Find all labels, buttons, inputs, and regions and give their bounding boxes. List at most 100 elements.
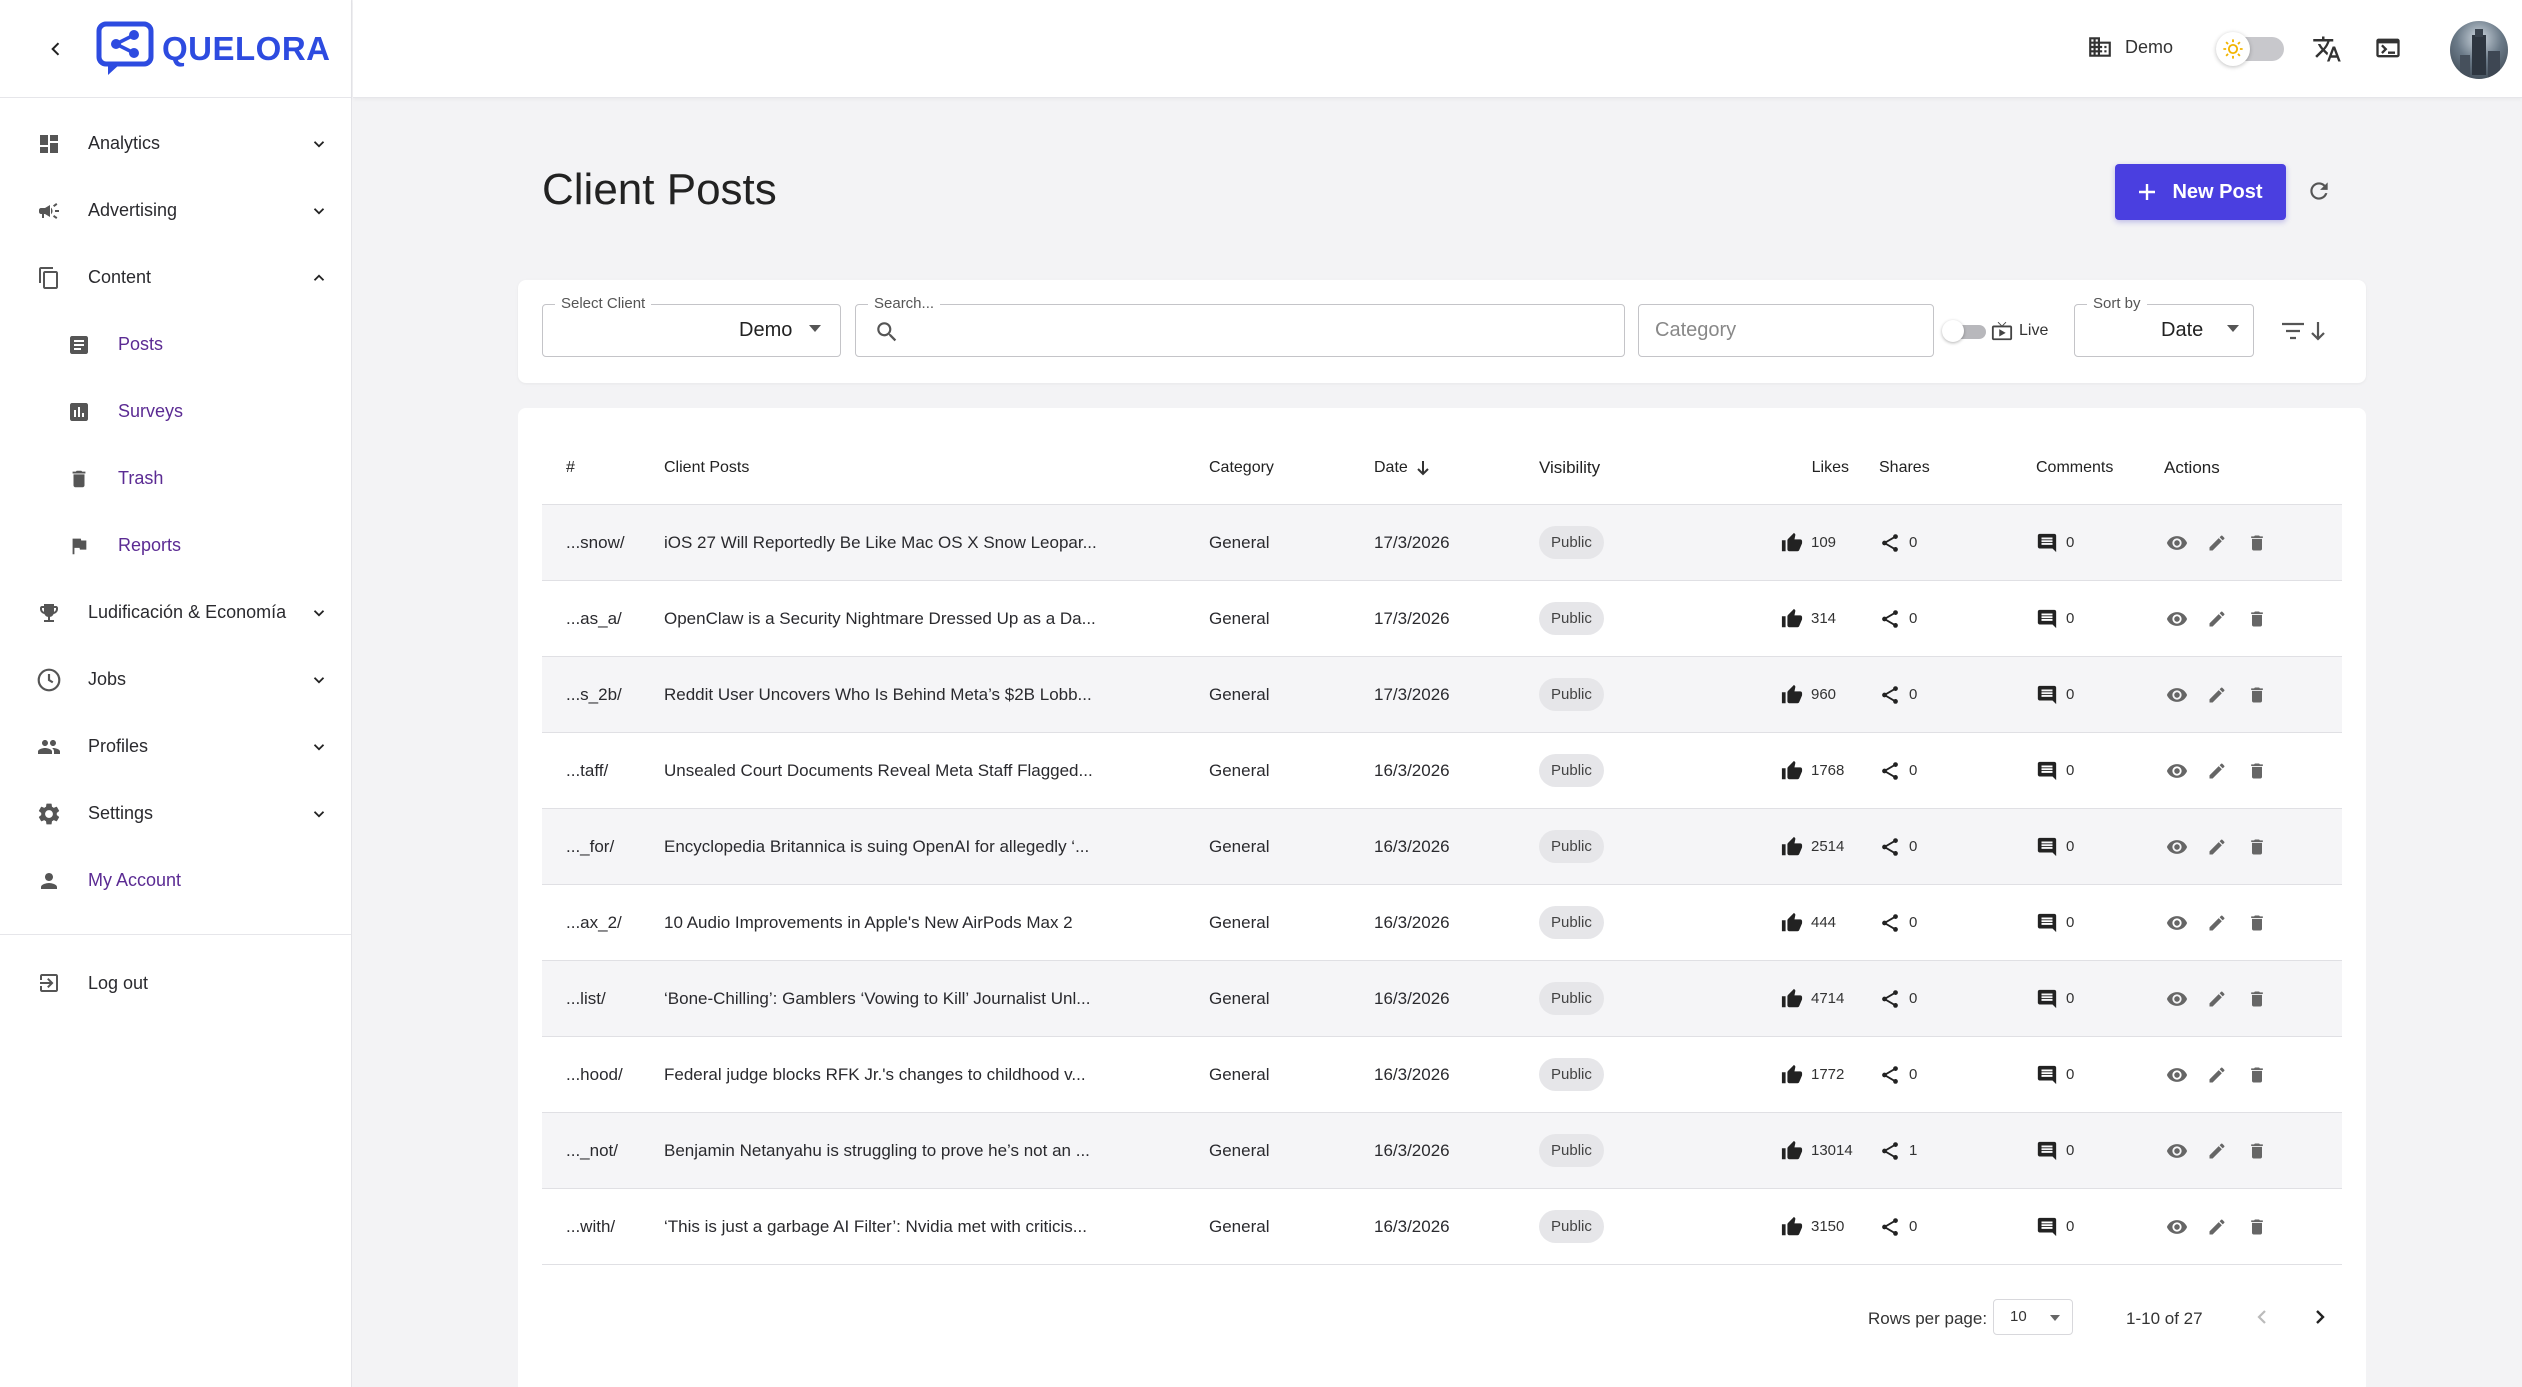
header-title[interactable]: Client Posts xyxy=(664,459,1209,477)
table-row[interactable]: ...ax_2/ 10 Audio Improvements in Apple'… xyxy=(542,885,2342,961)
collapse-sidebar-button[interactable] xyxy=(42,35,70,63)
edit-button[interactable] xyxy=(2204,1062,2230,1088)
eye-icon xyxy=(2166,991,2188,1006)
table-row[interactable]: ...hood/ Federal judge blocks RFK Jr.'s … xyxy=(542,1037,2342,1113)
post-title[interactable]: Unsealed Court Documents Reveal Meta Sta… xyxy=(664,761,1209,781)
edit-button[interactable] xyxy=(2204,758,2230,784)
view-button[interactable] xyxy=(2164,1214,2190,1240)
header-shares[interactable]: Shares xyxy=(1879,459,2036,477)
delete-button[interactable] xyxy=(2244,758,2270,784)
view-button[interactable] xyxy=(2164,1062,2190,1088)
sidebar-subitem-reports[interactable]: Reports xyxy=(0,512,351,579)
delete-button[interactable] xyxy=(2244,910,2270,936)
shares-cell: 0 xyxy=(1879,684,2036,706)
sidebar-subitem-trash[interactable]: Trash xyxy=(0,445,351,512)
previous-page-button[interactable] xyxy=(2250,1305,2274,1329)
header-likes[interactable]: Likes xyxy=(1719,459,1879,477)
view-button[interactable] xyxy=(2164,758,2190,784)
brand-logo[interactable]: QUELORA xyxy=(96,21,331,77)
post-title[interactable]: Federal judge blocks RFK Jr.'s changes t… xyxy=(664,1065,1209,1085)
table-row[interactable]: ...with/ ‘This is just a garbage AI Filt… xyxy=(542,1189,2342,1265)
view-button[interactable] xyxy=(2164,986,2190,1012)
sidebar-item-settings[interactable]: Settings xyxy=(0,780,351,847)
table-row[interactable]: ...taff/ Unsealed Court Documents Reveal… xyxy=(542,733,2342,809)
header-category[interactable]: Category xyxy=(1209,459,1374,477)
table-row[interactable]: ...snow/ iOS 27 Will Reportedly Be Like … xyxy=(542,505,2342,581)
visibility-cell: Public xyxy=(1539,1134,1719,1167)
likes-count: 13014 xyxy=(1811,1142,1853,1159)
post-title[interactable]: iOS 27 Will Reportedly Be Like Mac OS X … xyxy=(664,533,1209,553)
translate-button[interactable] xyxy=(2312,34,2342,64)
view-button[interactable] xyxy=(2164,530,2190,556)
table-row[interactable]: ...s_2b/ Reddit User Uncovers Who Is Beh… xyxy=(542,657,2342,733)
next-page-button[interactable] xyxy=(2308,1305,2332,1329)
visibility-cell: Public xyxy=(1539,1058,1719,1091)
post-title[interactable]: Benjamin Netanyahu is struggling to prov… xyxy=(664,1141,1209,1161)
edit-button[interactable] xyxy=(2204,1138,2230,1164)
header-date[interactable]: Date xyxy=(1374,459,1539,477)
likes-count: 1772 xyxy=(1811,1066,1845,1083)
post-title[interactable]: ‘Bone-Chilling’: Gamblers ‘Vowing to Kil… xyxy=(664,989,1209,1009)
sort-direction-button[interactable] xyxy=(2280,318,2330,344)
terminal-button[interactable] xyxy=(2374,34,2402,62)
rows-per-page-select[interactable]: 10 xyxy=(1993,1299,2073,1335)
post-title[interactable]: Encyclopedia Britannica is suing OpenAI … xyxy=(664,837,1209,857)
sidebar-item-advertising[interactable]: Advertising xyxy=(0,177,351,244)
theme-toggle[interactable] xyxy=(2216,32,2288,66)
table-row[interactable]: ..._for/ Encyclopedia Britannica is suin… xyxy=(542,809,2342,885)
delete-button[interactable] xyxy=(2244,1214,2270,1240)
sidebar-item-jobs[interactable]: Jobs xyxy=(0,646,351,713)
user-avatar[interactable] xyxy=(2450,21,2508,79)
sidebar-item-ludificacion[interactable]: Ludificación & Economía xyxy=(0,579,351,646)
edit-button[interactable] xyxy=(2204,682,2230,708)
delete-button[interactable] xyxy=(2244,1138,2270,1164)
eye-icon xyxy=(2166,535,2188,550)
sidebar-item-analytics[interactable]: Analytics xyxy=(0,110,351,177)
view-button[interactable] xyxy=(2164,682,2190,708)
edit-button[interactable] xyxy=(2204,986,2230,1012)
comments-count: 0 xyxy=(2066,534,2075,551)
refresh-button[interactable] xyxy=(2306,178,2332,204)
share-icon xyxy=(1882,761,1898,780)
post-title[interactable]: OpenClaw is a Security Nightmare Dressed… xyxy=(664,609,1209,629)
view-button[interactable] xyxy=(2164,1138,2190,1164)
select-client-dropdown[interactable]: Select Client Demo xyxy=(542,295,841,357)
view-button[interactable] xyxy=(2164,834,2190,860)
sidebar-subitem-posts[interactable]: Posts xyxy=(0,311,351,378)
edit-button[interactable] xyxy=(2204,1214,2230,1240)
post-title[interactable]: 10 Audio Improvements in Apple's New Air… xyxy=(664,913,1209,933)
edit-button[interactable] xyxy=(2204,910,2230,936)
client-switcher[interactable]: Demo xyxy=(2087,34,2173,60)
sort-by-dropdown[interactable]: Sort by Date xyxy=(2074,295,2254,357)
delete-button[interactable] xyxy=(2244,682,2270,708)
search-input[interactable] xyxy=(906,315,1506,345)
header-comments[interactable]: Comments xyxy=(2036,459,2164,477)
table-row[interactable]: ..._not/ Benjamin Netanyahu is strugglin… xyxy=(542,1113,2342,1189)
delete-button[interactable] xyxy=(2244,606,2270,632)
sidebar-item-label: Settings xyxy=(88,803,154,823)
logout-button[interactable]: Log out xyxy=(0,935,351,1031)
edit-button[interactable] xyxy=(2204,834,2230,860)
sidebar-item-profiles[interactable]: Profiles xyxy=(0,713,351,780)
view-button[interactable] xyxy=(2164,910,2190,936)
table-row[interactable]: ...list/ ‘Bone-Chilling’: Gamblers ‘Vowi… xyxy=(542,961,2342,1037)
post-title[interactable]: ‘This is just a garbage AI Filter’: Nvid… xyxy=(664,1217,1209,1237)
category-field[interactable]: Category xyxy=(1638,304,1934,357)
likes-count: 314 xyxy=(1811,610,1837,627)
table-row[interactable]: ...as_a/ OpenClaw is a Security Nightmar… xyxy=(542,581,2342,657)
header-visibility[interactable]: Visibility xyxy=(1539,458,1719,478)
edit-button[interactable] xyxy=(2204,530,2230,556)
live-toggle[interactable] xyxy=(1942,320,1986,342)
delete-button[interactable] xyxy=(2244,530,2270,556)
sidebar-item-content[interactable]: Content xyxy=(0,244,351,311)
delete-button[interactable] xyxy=(2244,834,2270,860)
search-field[interactable]: Search... xyxy=(855,295,1625,357)
delete-button[interactable] xyxy=(2244,1062,2270,1088)
delete-button[interactable] xyxy=(2244,986,2270,1012)
edit-button[interactable] xyxy=(2204,606,2230,632)
view-button[interactable] xyxy=(2164,606,2190,632)
new-post-button[interactable]: New Post xyxy=(2115,164,2286,220)
sidebar-subitem-surveys[interactable]: Surveys xyxy=(0,378,351,445)
post-title[interactable]: Reddit User Uncovers Who Is Behind Meta’… xyxy=(664,685,1209,705)
sidebar-item-my-account[interactable]: My Account xyxy=(0,847,351,914)
